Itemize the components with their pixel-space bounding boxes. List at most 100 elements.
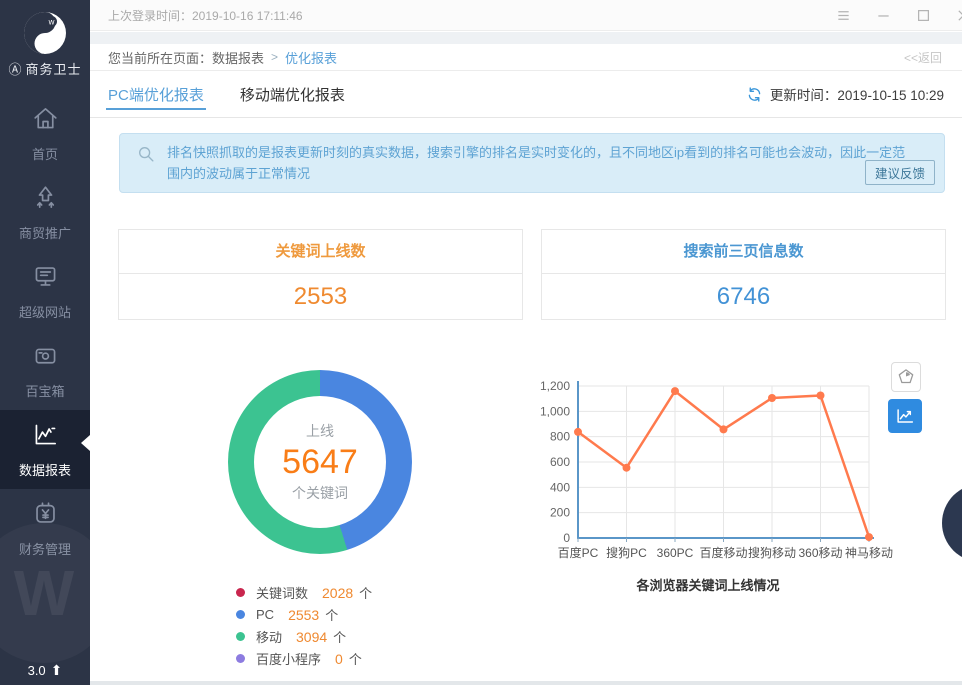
close-button[interactable] [956,8,962,23]
sidebar: w Ⓐ商务卫士 首页商贸推广超级网站百宝箱数据报表财务管理 W 3.0⬆ [0,0,90,685]
sidebar-item-promotion[interactable]: 商贸推广 [0,173,90,252]
stat-cards: 关键词上线数2553 搜索前三页信息数6746 [118,229,946,320]
breadcrumb-separator: > [271,50,278,64]
breadcrumb-current[interactable]: 优化报表 [285,48,337,67]
svg-text:360PC: 360PC [657,546,694,560]
legend-item[interactable]: 百度小程序0个 [236,651,372,666]
legend-value: 3094 [296,629,327,645]
legend-dot-icon [236,610,245,619]
stat-card-value: 6746 [542,274,945,319]
brand-name: 商务卫士 [26,62,82,77]
svg-text:600: 600 [550,455,570,469]
svg-text:百度PC: 百度PC [558,545,599,560]
pentagon-chart-icon [895,366,917,388]
stat-card-value: 2553 [119,274,522,319]
chart-type-toggles [888,362,924,433]
titlebar: 上次登录时间：2019-10-16 17:11:46 [90,0,962,31]
legend-dot-icon [236,632,245,641]
legend-label: 关键词数 [256,583,308,602]
feedback-button[interactable]: 建议反馈 [865,160,935,185]
tab-mobile-report[interactable]: 移动端优化报表 [240,71,345,117]
sidebar-item-label: 数据报表 [19,460,71,479]
donut-center-value: 5647 [282,444,358,480]
svg-text:1,000: 1,000 [540,404,570,418]
legend-value: 0 [335,651,343,667]
svg-text:200: 200 [550,506,570,520]
legend-dot-icon [236,588,245,597]
sidebar-item-label: 超级网站 [19,302,71,321]
svg-text:1,200: 1,200 [540,379,570,393]
svg-text:搜狗PC: 搜狗PC [606,545,647,560]
brand: Ⓐ 商务卫士 [0,59,90,78]
stat-card-title: 关键词上线数 [119,230,522,274]
svg-text:800: 800 [550,430,570,444]
sidebar-item-label: 百宝箱 [25,381,64,400]
legend-label: PC [256,607,274,622]
tabs-bar: PC端优化报表移动端优化报表 更新时间：2019-10-15 10:29 [90,71,962,118]
svg-text:百度移动: 百度移动 [699,545,747,560]
legend-dot-icon [236,654,245,663]
website-icon [31,262,60,294]
window-bottom-edge [90,681,962,685]
browser-line-chart: 0 200 400 600 800 1,000 1,200 百度PC 搜狗PC 360PC 百度移动… [528,372,928,592]
legend-item[interactable]: 关键词数 2028 个 [236,585,372,600]
header-gap-strip [90,32,962,44]
svg-text:神马移动: 神马移动 [845,546,893,560]
sidebar-item-label: 商贸推广 [19,223,71,242]
window-controls [836,0,962,31]
donut-legend: 关键词数2028个PC2553个移动3094个百度小程序0个 [236,585,372,666]
legend-item[interactable]: 移动 3094 个 [236,629,372,644]
tab-pc-report[interactable]: PC端优化报表 [108,71,204,117]
legend-item[interactable]: PC2553个 [236,607,372,622]
toolbox-icon [31,341,60,373]
update-time-label: 更新时间：2019-10-15 10:29 [770,84,944,104]
legend-label: 移动 [256,627,282,646]
line-chart-icon [894,405,916,427]
upgrade-arrow-icon[interactable]: ⬆ [51,662,63,678]
main-content: 您当前所在页面：数据报表 > 优化报表 <<返回 PC端优化报表移动端优化报表 … [90,44,962,685]
stat-card-top3-pages: 搜索前三页信息数6746 [541,229,946,320]
svg-text:搜狗移动: 搜狗移动 [748,545,796,560]
sidebar-item-website[interactable]: 超级网站 [0,252,90,331]
svg-text:400: 400 [550,480,570,494]
home-icon [31,104,60,136]
version-label: 3.0⬆ [0,662,90,679]
donut-center-label: 上线 5647 个关键词 [228,370,412,554]
promotion-icon [31,183,60,215]
notice-text: 排名快照抓取的是报表更新时刻的真实数据，搜索引擎的排名是实时变化的，且不同地区i… [167,145,905,181]
legend-unit: 个 [359,583,372,602]
menu-button[interactable] [836,8,851,23]
legend-unit: 个 [333,627,346,646]
svg-text:0: 0 [563,531,570,545]
sidebar-item-home[interactable]: 首页 [0,94,90,173]
maximize-button[interactable] [916,8,931,23]
donut-center-top: 上线 [306,421,334,441]
sidebar-item-report[interactable]: 数据报表 [0,410,90,489]
sidebar-menu: 首页商贸推广超级网站百宝箱数据报表财务管理 [0,94,90,568]
app-logo-icon: w [21,9,69,57]
svg-text:360移动: 360移动 [798,546,842,560]
floating-action-button[interactable] [942,484,962,562]
last-login-label: 上次登录时间：2019-10-16 17:11:46 [108,7,303,24]
minimize-button[interactable] [876,8,891,23]
donut-center-bottom: 个关键词 [292,483,348,503]
svg-text:w: w [48,18,55,27]
watermark-logo: W [0,523,90,663]
breadcrumb-section: 数据报表 [212,48,264,67]
pie-chart-toggle-button[interactable] [891,362,921,392]
legend-value: 2028 [322,585,353,601]
report-icon [31,420,60,452]
legend-unit: 个 [325,605,338,624]
back-link[interactable]: <<返回 [904,49,942,66]
tabs: PC端优化报表移动端优化报表 [108,71,381,117]
refresh-icon[interactable] [746,86,763,103]
search-icon [137,145,155,163]
legend-label: 百度小程序 [256,649,321,668]
brand-badge-icon: Ⓐ [8,62,22,77]
line-chart-toggle-button[interactable] [888,399,922,433]
sidebar-item-label: 首页 [32,144,58,163]
sidebar-item-toolbox[interactable]: 百宝箱 [0,331,90,410]
update-time-block: 更新时间：2019-10-15 10:29 [746,84,944,104]
breadcrumb-prefix: 您当前所在页面： [108,48,212,67]
notice-banner: 排名快照抓取的是报表更新时刻的真实数据，搜索引擎的排名是实时变化的，且不同地区i… [119,133,945,193]
